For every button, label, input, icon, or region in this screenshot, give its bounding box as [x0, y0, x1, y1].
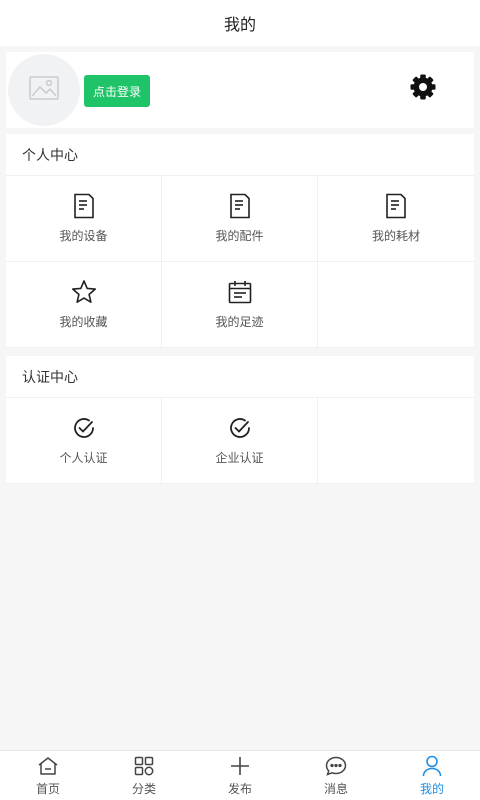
- plus-icon: [229, 755, 251, 777]
- enterprise-certification-item[interactable]: 企业认证: [162, 398, 318, 484]
- item-label: 企业认证: [215, 451, 264, 465]
- tab-category[interactable]: 分类: [96, 751, 192, 800]
- image-placeholder-icon: [29, 76, 59, 104]
- my-devices-item[interactable]: 我的设备: [6, 176, 162, 262]
- item-label: 我的耗材: [371, 229, 420, 243]
- my-accessories-item[interactable]: 我的配件: [162, 176, 318, 262]
- empty-cell: [318, 398, 474, 484]
- grid-icon: [133, 755, 155, 777]
- item-label: 我的足迹: [215, 315, 264, 329]
- check-circle-icon: [71, 415, 97, 441]
- item-label: 我的设备: [59, 229, 108, 243]
- my-consumables-item[interactable]: 我的耗材: [318, 176, 474, 262]
- avatar[interactable]: [8, 54, 80, 126]
- tab-messages[interactable]: 消息: [288, 751, 384, 800]
- bottom-tab-bar: 首页 分类 发布 消息 我的: [0, 750, 480, 800]
- user-icon: [421, 755, 443, 777]
- section-title: 个人中心: [6, 134, 474, 176]
- certification-center-card: 认证中心 个人认证 企业认证: [6, 356, 474, 484]
- tab-label: 我的: [419, 781, 444, 796]
- personal-center-card: 个人中心 我的设备 我的配件 我的耗材 我的收藏 我的足迹: [6, 134, 474, 348]
- empty-cell: [318, 262, 474, 348]
- star-icon: [71, 279, 97, 305]
- my-footprints-item[interactable]: 我的足迹: [162, 262, 318, 348]
- tab-home[interactable]: 首页: [0, 751, 96, 800]
- item-label: 个人认证: [59, 451, 108, 465]
- calendar-icon: [227, 279, 253, 305]
- login-button[interactable]: 点击登录: [84, 75, 151, 107]
- page-title: 我的: [223, 15, 256, 34]
- tab-publish[interactable]: 发布: [192, 751, 288, 800]
- item-label: 我的收藏: [59, 315, 108, 329]
- document-icon: [227, 193, 253, 219]
- settings-button[interactable]: [408, 74, 438, 104]
- home-icon: [37, 755, 59, 777]
- tab-label: 首页: [35, 781, 60, 796]
- gear-icon: [409, 73, 437, 105]
- tab-label: 发布: [227, 781, 252, 796]
- document-icon: [71, 193, 97, 219]
- chat-icon: [325, 755, 347, 777]
- section-title: 认证中心: [6, 356, 474, 398]
- document-icon: [383, 193, 409, 219]
- profile-card: 点击登录: [6, 52, 474, 128]
- personal-certification-item[interactable]: 个人认证: [6, 398, 162, 484]
- tab-label: 消息: [323, 781, 348, 796]
- item-label: 我的配件: [215, 229, 264, 243]
- my-favorites-item[interactable]: 我的收藏: [6, 262, 162, 348]
- tab-label: 分类: [131, 781, 156, 796]
- check-circle-icon: [227, 415, 253, 441]
- top-bar: 我的: [0, 0, 480, 46]
- tab-mine[interactable]: 我的: [384, 751, 480, 800]
